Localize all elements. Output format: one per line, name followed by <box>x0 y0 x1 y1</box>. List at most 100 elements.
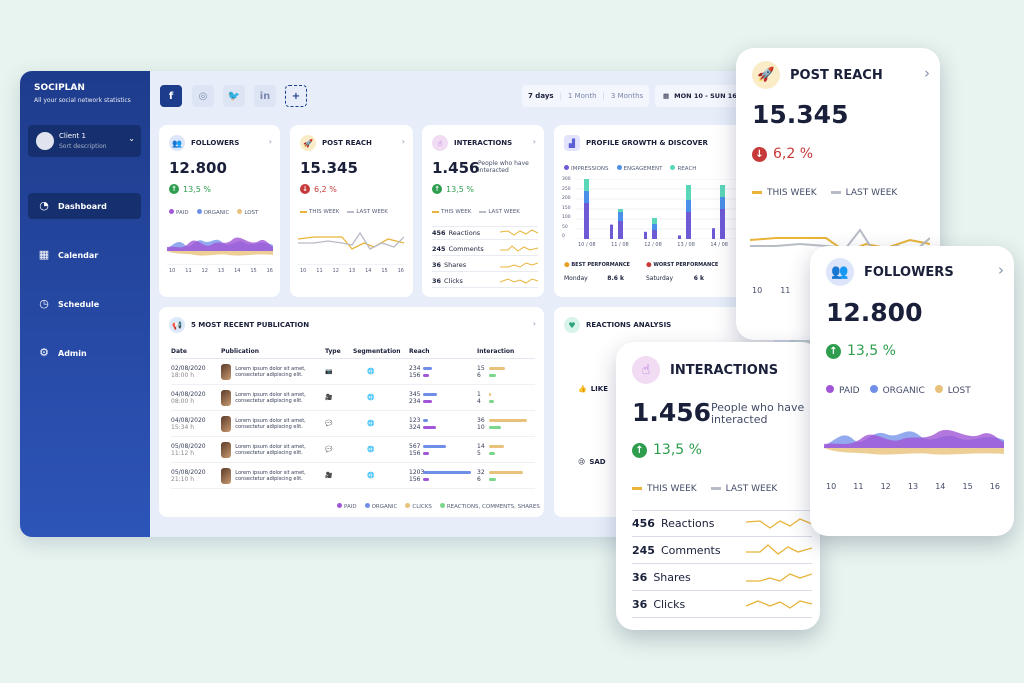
video-icon: 🎥 <box>325 394 333 401</box>
growth-bar <box>618 209 623 212</box>
growth-bar <box>652 224 657 230</box>
reaction-sad: 😢 SAD <box>578 458 606 466</box>
interactions-float-card[interactable]: ☝ INTERACTIONS 1.456 People who have inte… <box>616 342 820 630</box>
growth-bar <box>720 185 725 197</box>
best-performance-value: Monday 8.6 k <box>564 275 624 282</box>
interactions-change: 13,5 % <box>446 184 474 194</box>
pub-type: 💬 <box>325 436 353 463</box>
linkedin-icon[interactable]: in <box>254 85 276 107</box>
interactions-value: 1.456 <box>632 398 712 427</box>
post-thumbnail <box>221 467 232 484</box>
range-1month[interactable]: 1 Month <box>568 92 597 100</box>
table-row[interactable]: 04/08/2020 08:00 h Lorem ipsum dolor sit a… <box>171 384 535 411</box>
arrow-up-icon: ↑ <box>826 343 841 359</box>
nav-admin[interactable]: ⚙ Admin <box>28 340 141 366</box>
add-network-button[interactable]: + <box>285 85 307 107</box>
clicks-bar <box>489 470 523 474</box>
col-interaction: Interaction <box>477 345 535 359</box>
legend-lost: LOST <box>244 210 259 216</box>
pub-text: Lorem ipsum dolor sit amet, consectetur … <box>221 384 325 411</box>
followers-float-card[interactable]: 👥 FOLLOWERS › 12.800 ↑ 13,5 % PAID ORGANIC L… <box>810 246 1014 536</box>
chevron-right-icon[interactable]: › <box>533 137 536 146</box>
pie-chart-icon: ◔ <box>39 199 49 212</box>
pub-text: Lorem ipsum dolor sit amet, consectetur … <box>221 462 325 489</box>
legend-reach: REACH <box>677 166 697 172</box>
arrow-down-icon: ↓ <box>752 146 767 162</box>
reach-value: 15.345 <box>300 159 358 177</box>
worst-performance: ⬤ WORST PERFORMANCE <box>646 262 719 268</box>
reach-chart <box>298 231 404 265</box>
interactions-note: People who have interacted <box>711 401 805 426</box>
instagram-icon[interactable]: ◎ <box>192 85 214 107</box>
heart-pulse-icon: ♥ <box>564 317 580 333</box>
pub-reach: 345 234 <box>409 384 477 411</box>
card-title: INTERACTIONS <box>670 362 779 378</box>
clicks-bar <box>489 366 505 370</box>
clicks-bar <box>489 392 491 396</box>
pub-interaction: 14 <box>477 384 535 411</box>
card-title: 5 MOST RECENT PUBLICATION <box>191 321 310 329</box>
nav-label: Schedule <box>58 299 100 309</box>
reach-float-ticks: 10 11 <box>752 286 791 295</box>
legend-lost: LOST <box>947 386 971 396</box>
reaction-like: 👍 LIKE <box>578 385 608 393</box>
pointer-icon: ☝ <box>432 135 448 151</box>
reach-bar-organic <box>423 444 446 448</box>
client-name: Client 1 <box>59 132 86 140</box>
card-title: POST REACH <box>322 139 372 147</box>
pub-segmentation: 🌐 <box>353 462 409 489</box>
arrow-down-icon: ↓ <box>300 184 310 194</box>
rocket-icon: 🚀 <box>300 135 316 151</box>
table-row[interactable]: 05/08/2020 21:10 h Lorem ipsum dolor sit a… <box>171 462 535 489</box>
interactions-card[interactable]: ☝ INTERACTIONS › 1.456 People who have in… <box>422 125 544 297</box>
reactions-bar <box>489 373 497 377</box>
range-selector: 7 days | 1 Month | 3 Months <box>522 85 650 107</box>
chevron-right-icon[interactable]: › <box>269 137 272 146</box>
reach-change: 6,2 % <box>314 184 337 194</box>
nav-calendar[interactable]: ▦ Calendar <box>28 242 141 268</box>
reach-bar-organic <box>423 392 437 396</box>
chevron-right-icon[interactable]: › <box>998 261 1004 279</box>
reach-bar-paid <box>423 399 433 403</box>
best-performance: ⬤ BEST PERFORMANCE <box>564 262 630 268</box>
legend-this-week: THIS WEEK <box>647 484 697 494</box>
table-row[interactable]: 05/08/2020 11:12 h Lorem ipsum dolor sit a… <box>171 436 535 463</box>
chat-icon: 💬 <box>325 420 333 427</box>
twitter-icon[interactable]: 🐦 <box>223 85 245 107</box>
table-row[interactable]: 04/08/2020 15:34 h Lorem ipsum dolor sit a… <box>171 410 535 437</box>
interaction-row-shares: 36 Shares <box>632 564 812 591</box>
facebook-icon[interactable]: f <box>160 85 182 107</box>
calendar-icon: ▦ <box>663 92 670 100</box>
nav-schedule[interactable]: ◷ Schedule <box>28 291 141 317</box>
pub-type: 💬 <box>325 410 353 437</box>
client-selector[interactable]: Client 1 Sort description ⌄ <box>28 125 141 157</box>
globe-icon: 🌐 <box>367 472 375 479</box>
growth-bar <box>678 235 681 239</box>
nav-label: Calendar <box>58 250 99 260</box>
reach-ticks: 10 11 12 13 14 15 16 <box>300 268 404 274</box>
interaction-row-comments: 245 Comments <box>632 537 812 564</box>
chevron-right-icon[interactable]: › <box>402 137 405 146</box>
table-row[interactable]: 02/08/2020 18:00 h Lorem ipsum dolor sit a… <box>171 358 535 385</box>
clicks-bar <box>489 444 504 448</box>
clicks-bar <box>489 418 527 422</box>
legend-last-week: LAST WEEK <box>845 188 898 198</box>
arrow-up-icon: ↑ <box>432 184 442 194</box>
col-date: Date <box>171 345 221 359</box>
nav-dashboard[interactable]: ◔ Dashboard <box>28 193 141 219</box>
post-reach-card[interactable]: 🚀 POST REACH › 15.345 ↓ 6,2 % THIS WEEK LAS… <box>290 125 413 297</box>
chevron-right-icon[interactable]: › <box>924 64 930 82</box>
range-3months[interactable]: 3 Months <box>611 92 643 100</box>
followers-card[interactable]: 👥 FOLLOWERS › 12.800 ↑ 13,5 % PAID ORGANIC L… <box>159 125 280 297</box>
growth-bar <box>618 212 623 221</box>
camera-icon: 📷 <box>325 368 333 375</box>
chevron-right-icon[interactable]: › <box>533 319 536 328</box>
growth-bar <box>652 218 657 224</box>
pub-reach: 567 156 <box>409 436 477 463</box>
publications-card[interactable]: 📢 5 MOST RECENT PUBLICATION › Date Public… <box>159 307 544 517</box>
reactions-bar <box>489 399 494 403</box>
range-7days[interactable]: 7 days <box>528 92 554 100</box>
reach-bar-paid <box>423 451 430 455</box>
globe-icon: 🌐 <box>367 394 375 401</box>
pub-text: Lorem ipsum dolor sit amet, consectetur … <box>221 358 325 385</box>
